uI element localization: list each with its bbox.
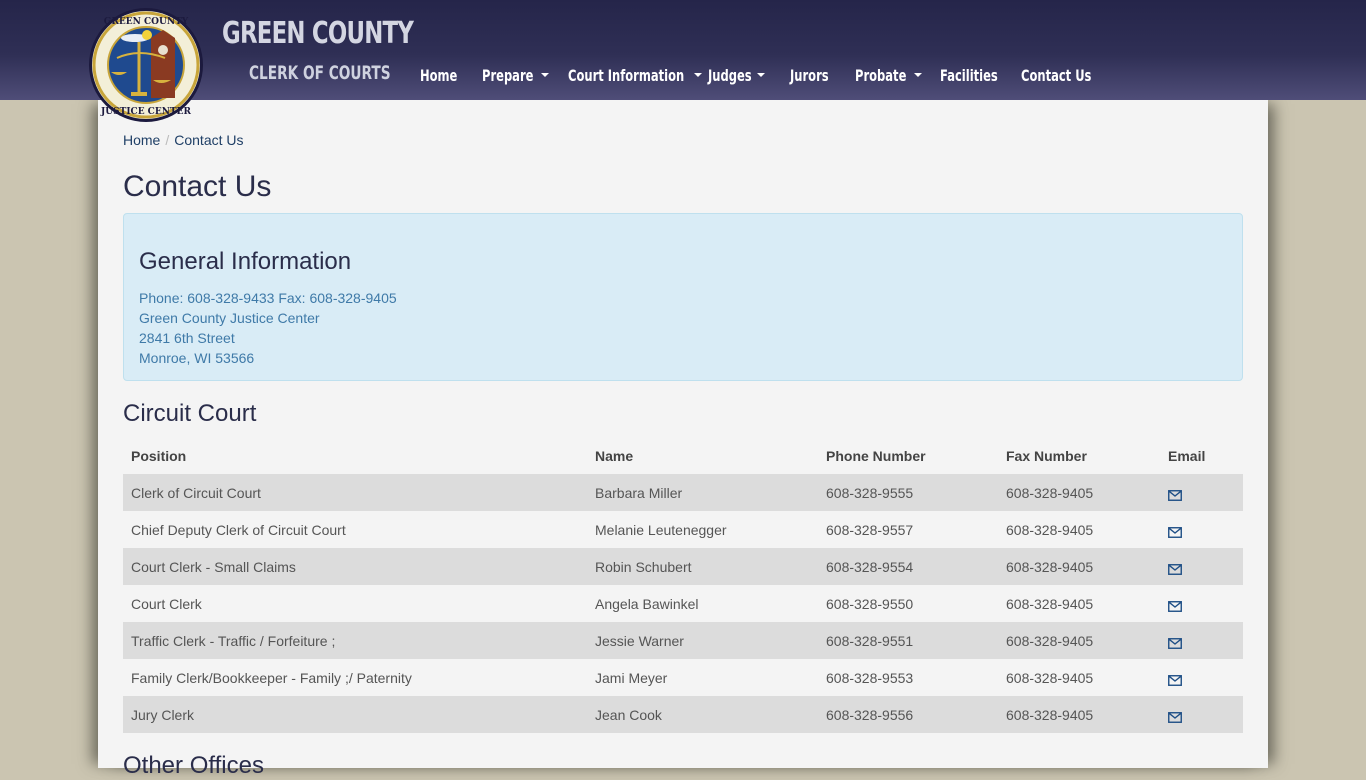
- table-row: Jury Clerk Jean Cook 608-328-9556 608-328-9…: [123, 696, 1243, 733]
- cell-fax: 608-328-9405: [998, 659, 1160, 696]
- brand-subtitle[interactable]: CLERK OF COURTS: [249, 62, 391, 84]
- breadcrumb-home-link[interactable]: Home: [123, 132, 160, 148]
- cell-phone: 608-328-9554: [818, 548, 998, 585]
- cell-email: [1160, 622, 1243, 659]
- cell-name: Angela Bawinkel: [587, 585, 818, 622]
- column-header-name: Name: [595, 447, 634, 464]
- county-seal-logo[interactable]: GREEN COUNTY JUSTICE CENTER: [89, 8, 203, 122]
- nav-home-label: Home: [420, 65, 458, 85]
- cell-position: Jury Clerk: [123, 696, 587, 733]
- cell-fax: 608-328-9405: [998, 622, 1160, 659]
- cell-email: [1160, 585, 1243, 622]
- general-information-heading: General Information: [139, 248, 352, 275]
- nav-court-information[interactable]: Court Information: [568, 66, 708, 85]
- main-nav: Home Prepare Court Information Judges Ju…: [420, 60, 1111, 90]
- cell-position: Chief Deputy Clerk of Circuit Court: [123, 511, 587, 548]
- svg-text:GREEN COUNTY: GREEN COUNTY: [104, 17, 189, 27]
- cell-position: Court Clerk: [123, 585, 587, 622]
- phone-fax-line: Phone: 608-328-9433 Fax: 608-328-9405: [139, 290, 397, 306]
- nav-home[interactable]: Home: [420, 66, 482, 85]
- table-row: Court Clerk - Small Claims Robin Schubert…: [123, 548, 1243, 585]
- table-row: Traffic Clerk - Traffic / Forfeiture ; Je…: [123, 622, 1243, 659]
- cell-fax: 608-328-9405: [998, 585, 1160, 622]
- cell-name: Jessie Warner: [587, 622, 818, 659]
- envelope-icon[interactable]: [1168, 599, 1182, 613]
- circuit-court-table: Position Name Phone Number Fax Number Em…: [123, 437, 1243, 733]
- content-panel: Home / Contact Us Contact Us General Infor…: [98, 100, 1268, 779]
- cell-phone: 608-328-9557: [818, 511, 998, 548]
- envelope-icon[interactable]: [1168, 488, 1182, 502]
- cell-name: Jami Meyer: [587, 659, 818, 696]
- cell-position: Family Clerk/Bookkeeper - Family ;/ Pate…: [123, 659, 587, 696]
- nav-facilities[interactable]: Facilities: [940, 66, 1021, 85]
- nav-jurors-label: Jurors: [790, 65, 829, 85]
- envelope-icon[interactable]: [1168, 673, 1182, 687]
- cell-phone: 608-328-9551: [818, 622, 998, 659]
- cell-fax: 608-328-9405: [998, 511, 1160, 548]
- column-header-position: Position: [131, 447, 187, 464]
- cell-email: [1160, 511, 1243, 548]
- caret-down-icon: [914, 73, 923, 77]
- nav-judges-label: Judges: [708, 65, 752, 85]
- envelope-icon[interactable]: [1168, 562, 1182, 576]
- nav-judges[interactable]: Judges: [708, 66, 790, 85]
- organization-name: Green County Justice Center: [139, 310, 320, 326]
- column-header-phone: Phone Number: [826, 447, 926, 464]
- cell-email: [1160, 548, 1243, 585]
- street-address: 2841 6th Street: [139, 330, 235, 346]
- cell-name: Barbara Miller: [587, 474, 818, 511]
- column-header-fax: Fax Number: [1006, 447, 1087, 464]
- general-information-box: General Information Phone: 608-328-9433 …: [123, 213, 1243, 381]
- envelope-icon[interactable]: [1168, 710, 1182, 724]
- nav-probate[interactable]: Probate: [855, 66, 940, 85]
- cell-email: [1160, 659, 1243, 696]
- brand-title[interactable]: GREEN COUNTY: [222, 16, 414, 51]
- caret-down-icon: [694, 73, 703, 77]
- breadcrumb-separator: /: [165, 132, 170, 148]
- caret-down-icon: [756, 73, 765, 77]
- cell-name: Melanie Leutenegger: [587, 511, 818, 548]
- table-header-row: Position Name Phone Number Fax Number Em…: [123, 437, 1243, 474]
- envelope-icon[interactable]: [1168, 636, 1182, 650]
- cell-fax: 608-328-9405: [998, 696, 1160, 733]
- nav-contact-us-label: Contact Us: [1021, 65, 1092, 85]
- table-row: Chief Deputy Clerk of Circuit Court Melan…: [123, 511, 1243, 548]
- cell-fax: 608-328-9405: [998, 474, 1160, 511]
- table-row: Family Clerk/Bookkeeper - Family ;/ Pate…: [123, 659, 1243, 696]
- top-navbar: GREEN COUNTY CLERK OF COURTS Home Prepar…: [0, 0, 1366, 100]
- column-header-email: Email: [1168, 447, 1206, 464]
- cell-name: Robin Schubert: [587, 548, 818, 585]
- seal-icon: GREEN COUNTY JUSTICE CENTER: [92, 11, 200, 119]
- cell-phone: 608-328-9555: [818, 474, 998, 511]
- nav-jurors[interactable]: Jurors: [790, 66, 855, 85]
- cell-phone: 608-328-9556: [818, 696, 998, 733]
- nav-contact-us[interactable]: Contact Us: [1021, 66, 1111, 85]
- table-row: Clerk of Circuit Court Barbara Miller 608-…: [123, 474, 1243, 511]
- envelope-icon[interactable]: [1168, 525, 1182, 539]
- nav-probate-label: Probate: [855, 65, 907, 85]
- cell-name: Jean Cook: [587, 696, 818, 733]
- cell-phone: 608-328-9550: [818, 585, 998, 622]
- nav-prepare[interactable]: Prepare: [482, 66, 568, 85]
- cell-position: Traffic Clerk - Traffic / Forfeiture ;: [123, 622, 587, 659]
- city-state-zip: Monroe, WI 53566: [139, 350, 255, 366]
- cell-position: Court Clerk - Small Claims: [123, 548, 587, 585]
- caret-down-icon: [541, 73, 550, 77]
- page-title: Contact Us: [123, 170, 272, 203]
- nav-court-information-label: Court Information: [568, 65, 685, 85]
- svg-text:JUSTICE CENTER: JUSTICE CENTER: [100, 107, 191, 117]
- breadcrumb: Home / Contact Us: [123, 132, 244, 148]
- cell-fax: 608-328-9405: [998, 548, 1160, 585]
- other-offices-heading: Other Offices: [123, 752, 264, 779]
- cell-phone: 608-328-9553: [818, 659, 998, 696]
- nav-prepare-label: Prepare: [482, 65, 534, 85]
- general-information-details: Phone: 608-328-9433 Fax: 608-328-9405 Gr…: [139, 288, 397, 368]
- cell-email: [1160, 474, 1243, 511]
- cell-position: Clerk of Circuit Court: [123, 474, 587, 511]
- nav-facilities-label: Facilities: [940, 65, 998, 85]
- breadcrumb-current[interactable]: Contact Us: [174, 132, 243, 148]
- table-row: Court Clerk Angela Bawinkel 608-328-9550 60…: [123, 585, 1243, 622]
- circuit-court-heading: Circuit Court: [123, 400, 257, 427]
- cell-email: [1160, 696, 1243, 733]
